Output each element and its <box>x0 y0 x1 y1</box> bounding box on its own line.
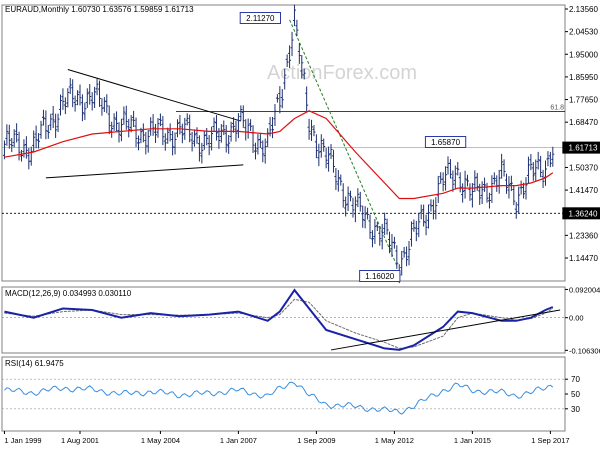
low-label: 1.16020 <box>359 270 401 282</box>
rsi-y-tick-label: 50 <box>571 390 580 399</box>
x-tick-label: 1 Jan 2015 <box>454 436 491 445</box>
high-label: 2.11270 <box>239 12 281 24</box>
x-tick-label: 1 Jan 1999 <box>4 436 41 445</box>
support-level-label-text: 1.36240 <box>569 209 598 218</box>
y-tick-label: 2.04530 <box>569 28 598 37</box>
symbol-header: EURAUD,Monthly 1.60730 1.63576 1.59859 1… <box>5 5 194 14</box>
last-price-label-text: 1.61713 <box>569 144 598 153</box>
high-label-text: 2.11270 <box>246 14 275 23</box>
y-tick-label: 2.13560 <box>569 5 598 14</box>
swing-high-label: 1.65870 <box>424 136 467 148</box>
macd-y-tick-label: -0.106306 <box>569 346 600 355</box>
support-level-label: 1.36240 <box>562 207 600 220</box>
chart-canvas: ActionForex.com EURAUD,Monthly 1.60730 1… <box>0 0 600 450</box>
y-tick-label: 1.23360 <box>569 231 598 240</box>
x-tick-label: 1 Sep 2017 <box>531 436 569 445</box>
x-tick-label: 1 May 2004 <box>141 436 180 445</box>
low-label-text: 1.16020 <box>365 272 394 281</box>
rsi-y-tick-label: 30 <box>571 405 580 414</box>
macd-y-tick-label: 0.092004 <box>569 285 600 294</box>
x-tick-label: 1 May 2012 <box>375 436 414 445</box>
y-tick-label: 1.85950 <box>569 73 598 82</box>
macd-y-tick-label: 0.00 <box>569 314 584 323</box>
x-tick-label: 1 Aug 2001 <box>61 436 99 445</box>
rsi-y-tick-label: 70 <box>571 375 580 384</box>
y-tick-label: 1.41470 <box>569 186 598 195</box>
last-price-label: 1.61713 <box>562 141 600 154</box>
x-tick-label: 1 Jan 2007 <box>220 436 257 445</box>
y-tick-label: 1.14470 <box>569 254 598 263</box>
rsi-title: RSI(14) 61.9475 <box>5 359 64 368</box>
y-tick-label: 1.68470 <box>569 118 598 127</box>
y-tick-label: 1.50370 <box>569 163 598 172</box>
macd-title: MACD(12,26,9) 0.034993 0.030110 <box>5 289 132 298</box>
x-tick-label: 1 Sep 2009 <box>297 436 335 445</box>
fib-618-label: 61.8 <box>550 105 564 112</box>
swing-high-label-text: 1.65870 <box>431 138 460 147</box>
y-tick-label: 1.95000 <box>569 50 598 59</box>
chart-container: ActionForex.com EURAUD,Monthly 1.60730 1… <box>0 0 600 450</box>
y-tick-label: 1.77650 <box>569 96 598 105</box>
